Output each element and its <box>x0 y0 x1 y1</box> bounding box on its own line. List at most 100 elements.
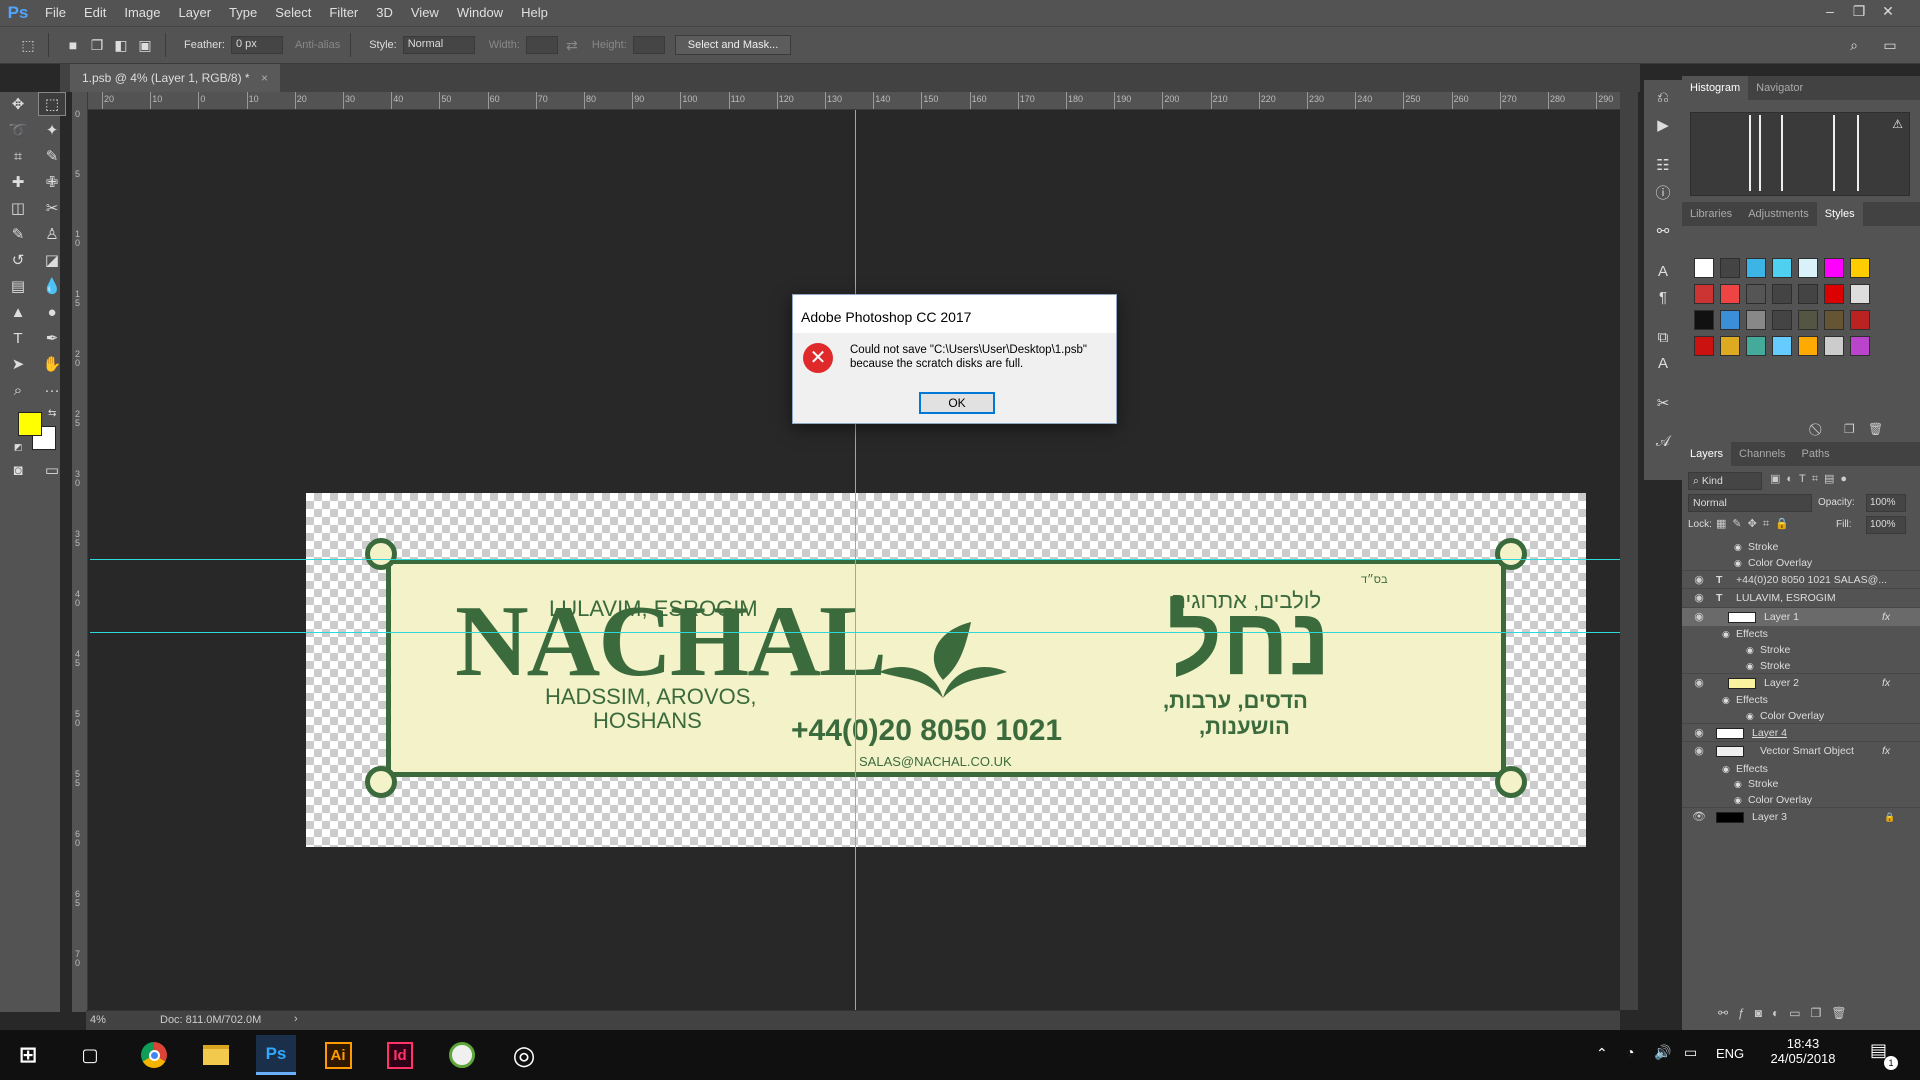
style-swatch[interactable] <box>1824 284 1844 304</box>
fx-icon[interactable]: fx <box>1882 608 1890 627</box>
feather-input[interactable]: 0 px <box>230 36 283 54</box>
brush-tool-icon[interactable]: ✎ <box>4 222 32 246</box>
eraser-icon[interactable]: ◪ <box>38 248 66 272</box>
status-arrow-icon[interactable]: › <box>294 1013 298 1025</box>
illustrator-icon[interactable]: Ai <box>318 1035 358 1075</box>
blend-mode-select[interactable]: Normal <box>1688 494 1812 512</box>
type-tool-icon[interactable]: T <box>4 326 32 350</box>
style-swatch[interactable] <box>1772 258 1792 278</box>
new-selection-icon[interactable]: ■ <box>63 35 83 55</box>
lock-icons[interactable]: ▦✎✥⌗🔒 <box>1716 517 1795 531</box>
tab-libraries[interactable]: Libraries <box>1682 202 1740 226</box>
properties-icon[interactable]: ☷ <box>1651 154 1675 178</box>
info-icon[interactable]: ⓘ <box>1651 182 1675 206</box>
guide-horizontal[interactable] <box>90 559 1620 560</box>
visibility-eye-icon[interactable]: ◉ <box>1692 608 1706 627</box>
tool-presets-icon[interactable]: ✂ <box>1651 392 1675 416</box>
width-input[interactable] <box>525 36 558 54</box>
content-aware-move-icon[interactable]: ✂ <box>38 196 66 220</box>
menu-layer[interactable]: Layer <box>170 0 221 26</box>
style-swatch[interactable] <box>1694 310 1714 330</box>
antialias-checkbox[interactable]: Anti-alias <box>295 39 340 51</box>
visibility-eye-icon[interactable]: 👁 <box>1692 808 1706 827</box>
document-tab[interactable]: 1.psb @ 4% (Layer 1, RGB/8) * × <box>70 64 280 92</box>
start-icon[interactable]: ⊞ <box>8 1035 48 1075</box>
style-swatch[interactable] <box>1694 258 1714 278</box>
layer-filter-kind[interactable]: ⌕ Kind <box>1688 472 1762 490</box>
style-swatch[interactable] <box>1850 258 1870 278</box>
marquee-tool-icon[interactable]: ⬚ <box>38 92 66 116</box>
layer-row[interactable]: ◉ Layer 1 fx <box>1682 606 1920 627</box>
visibility-eye-icon[interactable]: ◉ <box>1692 724 1706 743</box>
sharpen-icon[interactable]: ▲ <box>4 300 32 324</box>
show-hidden-icons[interactable]: ⌃ <box>1596 1045 1608 1062</box>
menu-file[interactable]: File <box>36 0 75 26</box>
healing-brush-icon[interactable]: ✙ <box>38 170 66 194</box>
layer-row[interactable]: ◉ Layer 2 fx <box>1682 672 1920 692</box>
style-swatch[interactable] <box>1798 336 1818 356</box>
spot-healing-icon[interactable]: ✚ <box>4 170 32 194</box>
tab-navigator[interactable]: Navigator <box>1748 76 1811 100</box>
clone-stamp-icon[interactable]: ♙ <box>38 222 66 246</box>
menu-3d[interactable]: 3D <box>367 0 402 26</box>
menu-select[interactable]: Select <box>266 0 320 26</box>
paragraph-icon[interactable]: ¶ <box>1651 286 1675 310</box>
menu-type[interactable]: Type <box>220 0 266 26</box>
app-icon-2[interactable]: ◎ <box>504 1035 544 1075</box>
style-swatch[interactable] <box>1824 258 1844 278</box>
marquee-preset-icon[interactable]: ⬚ <box>18 35 38 55</box>
guide-horizontal[interactable] <box>90 632 1620 633</box>
style-swatch[interactable] <box>1798 310 1818 330</box>
delete-style-icon[interactable]: 🗑 <box>1868 422 1883 436</box>
style-swatch[interactable] <box>1824 336 1844 356</box>
patch-tool-icon[interactable]: ◫ <box>4 196 32 220</box>
tab-histogram[interactable]: Histogram <box>1682 76 1749 100</box>
layer-row[interactable]: ◉ Vector Smart Object fx <box>1682 741 1920 760</box>
height-input[interactable] <box>632 36 665 54</box>
tab-paths[interactable]: Paths <box>1794 442 1838 466</box>
dodge-icon[interactable]: ● <box>38 300 66 324</box>
zoom-tool-icon[interactable]: ⌕ <box>4 378 32 402</box>
menu-filter[interactable]: Filter <box>320 0 367 26</box>
tab-layers[interactable]: Layers <box>1682 442 1732 466</box>
swap-colors-icon[interactable]: ⇆ <box>48 408 56 419</box>
visibility-eye-icon[interactable]: ◉ <box>1692 571 1706 590</box>
layer-row[interactable]: 👁 Layer 3 🔒 <box>1682 807 1920 826</box>
app-icon[interactable] <box>442 1035 482 1075</box>
style-swatch[interactable] <box>1772 284 1792 304</box>
style-swatch[interactable] <box>1772 336 1792 356</box>
tab-adjustments[interactable]: Adjustments <box>1740 202 1817 226</box>
new-style-icon[interactable]: ❐ <box>1844 422 1855 436</box>
fill-input[interactable]: 100% <box>1866 516 1906 534</box>
tab-styles[interactable]: Styles <box>1816 202 1863 226</box>
close-tab-icon[interactable]: × <box>261 71 268 85</box>
style-swatch[interactable] <box>1694 336 1714 356</box>
warning-icon[interactable]: ⚠ <box>1892 117 1903 131</box>
style-swatch[interactable] <box>1694 284 1714 304</box>
character-icon[interactable]: A <box>1651 260 1675 284</box>
layer-filter-icons[interactable]: ▣◐T⌗▤● <box>1770 472 1853 486</box>
foreground-color-swatch[interactable] <box>18 412 42 436</box>
pen-tool-icon[interactable]: ✒ <box>38 326 66 350</box>
select-and-mask-button[interactable]: Select and Mask... <box>674 35 792 55</box>
character-styles-icon[interactable]: A <box>1651 352 1675 376</box>
visibility-eye-icon[interactable]: ◉ <box>1692 742 1706 761</box>
clock[interactable]: 18:43 24/05/2018 <box>1762 1036 1844 1066</box>
vertical-scrollbar[interactable] <box>1620 92 1638 1010</box>
eyedropper-icon[interactable]: ✎ <box>38 144 66 168</box>
indesign-icon[interactable]: Id <box>380 1035 420 1075</box>
menu-help[interactable]: Help <box>512 0 557 26</box>
layers-footer-icons[interactable]: ⚯ƒ◙◐▭❐🗑 <box>1718 1006 1857 1020</box>
style-swatch[interactable] <box>1798 258 1818 278</box>
more-tools-icon[interactable]: ··· <box>38 378 66 402</box>
path-selection-icon[interactable]: ➤ <box>4 352 32 376</box>
swap-icon[interactable]: ⇄ <box>562 35 582 55</box>
gradient-icon[interactable]: ▤ <box>4 274 32 298</box>
fx-icon[interactable]: fx <box>1882 742 1890 761</box>
intersect-selection-icon[interactable]: ▣ <box>135 35 155 55</box>
layer-row[interactable]: ◉ T +44(0)20 8050 1021 SALAS@... <box>1682 569 1920 590</box>
blur-icon[interactable]: 💧 <box>38 274 66 298</box>
menu-image[interactable]: Image <box>115 0 169 26</box>
magic-wand-icon[interactable]: ✦ <box>38 118 66 142</box>
battery-icon[interactable]: ▭ <box>1684 1044 1697 1061</box>
